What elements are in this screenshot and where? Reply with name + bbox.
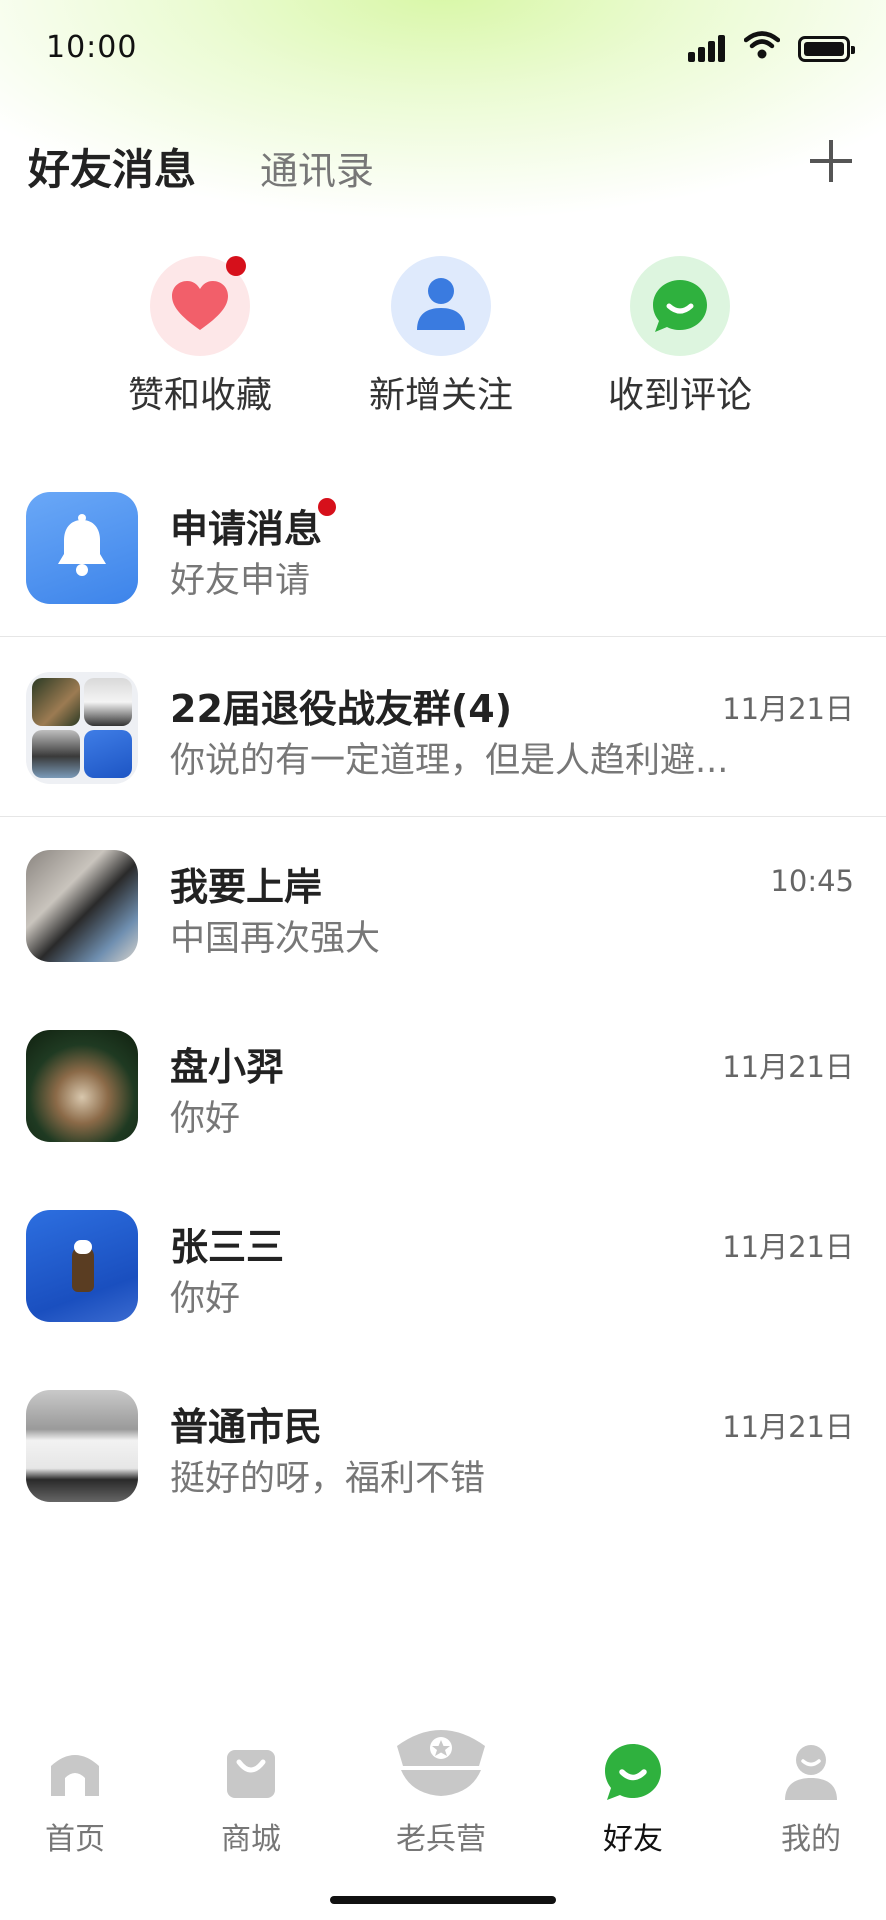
- tab-friends[interactable]: 好友: [568, 1740, 698, 1858]
- tab-me[interactable]: 我的: [746, 1740, 876, 1858]
- wifi-icon: [744, 31, 780, 59]
- likes-favorites-button[interactable]: 赞和收藏: [100, 256, 300, 418]
- person-icon: [417, 278, 465, 330]
- group-avatar: [26, 672, 138, 784]
- message-preview: 你好: [170, 1279, 241, 1319]
- contact-name: 申请消息: [170, 507, 323, 551]
- message-time: 11月21日: [722, 1410, 854, 1444]
- list-item-chat[interactable]: 我要上岸 10:45 中国再次强大: [0, 826, 886, 1004]
- tab-label: 好友: [603, 1822, 663, 1857]
- chat-icon: [653, 280, 707, 332]
- list-item-chat[interactable]: 普通市民 11月21日 挺好的呀，福利不错: [0, 1366, 886, 1544]
- comments-button[interactable]: 收到评论: [580, 256, 780, 418]
- home-icon: [51, 1755, 99, 1796]
- status-bar: 10:00: [0, 0, 886, 100]
- comments-icon-circle: [630, 256, 730, 356]
- message-preview: 你好: [170, 1099, 241, 1139]
- status-time: 10:00: [46, 30, 138, 65]
- tab-label: 商城: [221, 1822, 281, 1857]
- house-photo: [26, 1390, 138, 1502]
- battery-icon: [798, 36, 855, 62]
- shop-bag-icon: [227, 1750, 275, 1798]
- contact-name: 普通市民: [170, 1405, 323, 1449]
- message-preview: 中国再次强大: [170, 919, 381, 959]
- followers-label: 新增关注: [368, 375, 513, 416]
- message-preview: 挺好的呀，福利不错: [170, 1459, 486, 1499]
- divider: [0, 816, 886, 817]
- new-followers-button[interactable]: 新增关注: [341, 256, 541, 418]
- list-item-chat[interactable]: 张三三 11月21日 你好: [0, 1186, 886, 1364]
- message-time: 11月21日: [722, 1050, 854, 1084]
- message-time: 11月21日: [722, 1230, 854, 1264]
- divider: [0, 636, 886, 637]
- tab-home[interactable]: 首页: [10, 1740, 140, 1858]
- contact-name: 22届退役战友群(4): [170, 687, 513, 731]
- list-item-requests[interactable]: 申请消息 好友申请: [0, 468, 886, 646]
- likes-label: 赞和收藏: [127, 375, 272, 416]
- contact-name: 盘小羿: [170, 1045, 285, 1089]
- signal-icon: [688, 34, 728, 62]
- eagle-photo: [26, 1210, 138, 1322]
- list-item-chat[interactable]: 盘小羿 11月21日 你好: [0, 1006, 886, 1184]
- unread-dot: [226, 256, 246, 276]
- tab-label: 首页: [45, 1822, 105, 1857]
- tab-veterans[interactable]: 老兵营: [376, 1720, 506, 1858]
- add-button[interactable]: [808, 138, 854, 184]
- dog-christmas-photo: [26, 1030, 138, 1142]
- message-time: 10:45: [770, 864, 854, 898]
- unread-dot: [318, 498, 336, 516]
- list-item-group-chat[interactable]: 22届退役战友群(4) 11月21日 你说的有一定道理，但是人趋利避...: [0, 648, 886, 826]
- police-cap-icon: [397, 1730, 485, 1796]
- tab-label: 我的: [781, 1822, 841, 1857]
- home-indicator: [330, 1896, 556, 1904]
- bell-icon: [26, 492, 138, 604]
- tab-shop[interactable]: 商城: [186, 1740, 316, 1858]
- tab-contacts[interactable]: 通讯录: [260, 140, 374, 195]
- user-icon: [785, 1745, 837, 1800]
- message-preview: 你说的有一定道理，但是人趋利避...: [170, 741, 729, 781]
- comments-label: 收到评论: [607, 375, 752, 416]
- contact-name: 张三三: [170, 1225, 285, 1269]
- woman-photo: [26, 850, 138, 962]
- message-time: 11月21日: [722, 692, 854, 726]
- tab-label: 老兵营: [396, 1822, 486, 1857]
- page-title[interactable]: 好友消息: [28, 136, 196, 197]
- contact-name: 我要上岸: [170, 865, 323, 909]
- message-preview: 好友申请: [170, 561, 311, 601]
- likes-icon-circle: [150, 256, 250, 356]
- followers-icon-circle: [391, 256, 491, 356]
- chat-icon: [605, 1744, 661, 1800]
